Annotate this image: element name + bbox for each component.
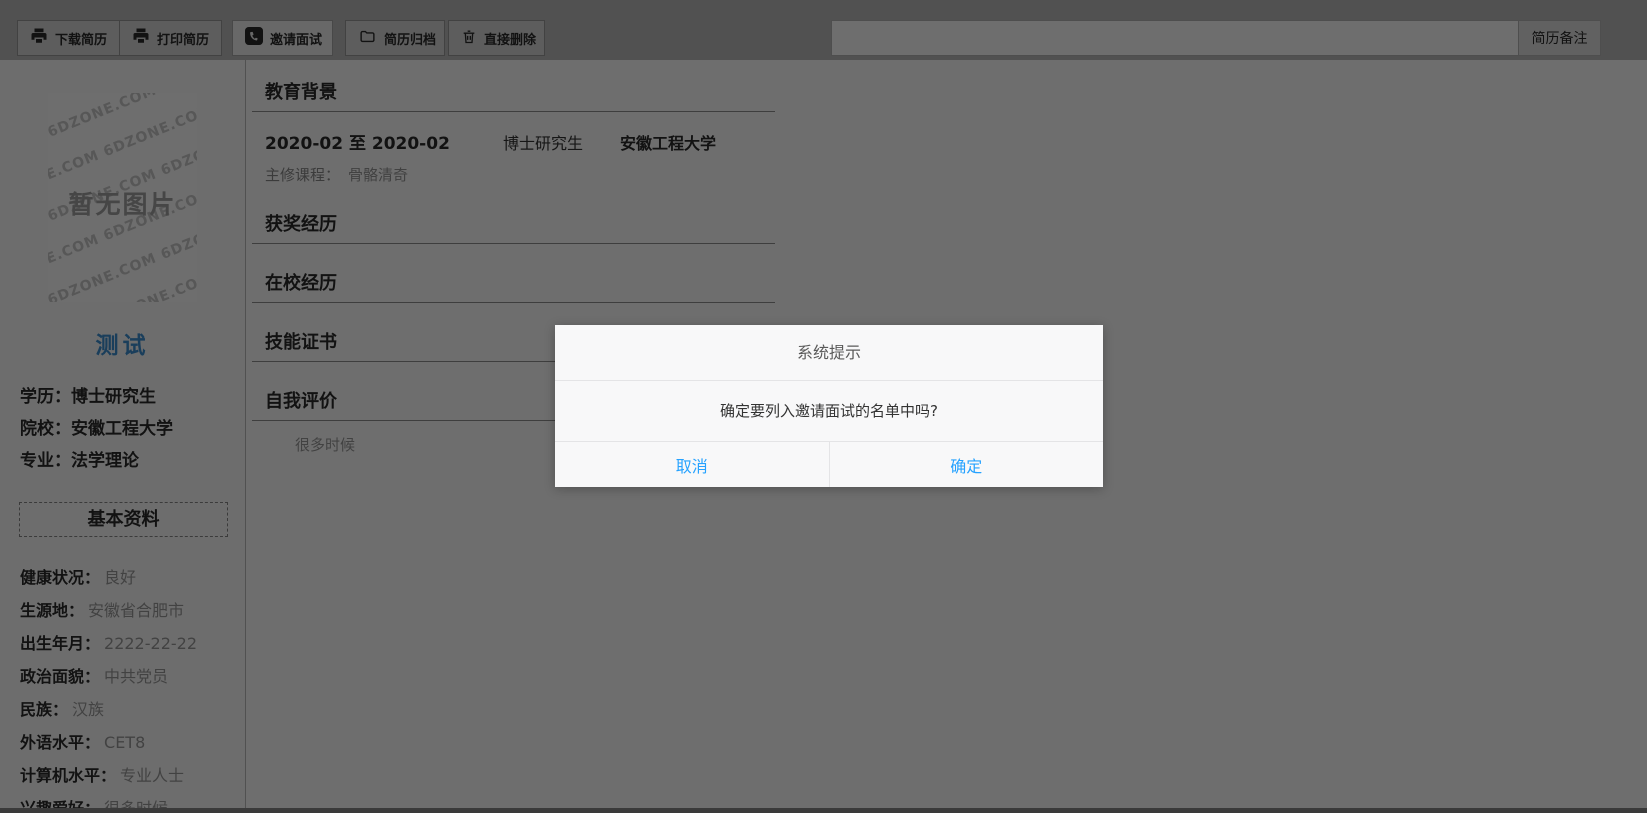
resume-detail-page: 下载简历 打印简历 邀请面试 简历归档 直接 xyxy=(0,0,1647,813)
dialog-title: 系统提示 xyxy=(555,325,1103,381)
dialog-message: 确定要列入邀请面试的名单中吗? xyxy=(555,381,1103,441)
confirm-dialog: 系统提示 确定要列入邀请面试的名单中吗? 取消 确定 xyxy=(555,325,1103,487)
confirm-button[interactable]: 确定 xyxy=(829,442,1104,487)
cancel-button[interactable]: 取消 xyxy=(555,442,829,487)
dialog-footer: 取消 确定 xyxy=(555,441,1103,487)
